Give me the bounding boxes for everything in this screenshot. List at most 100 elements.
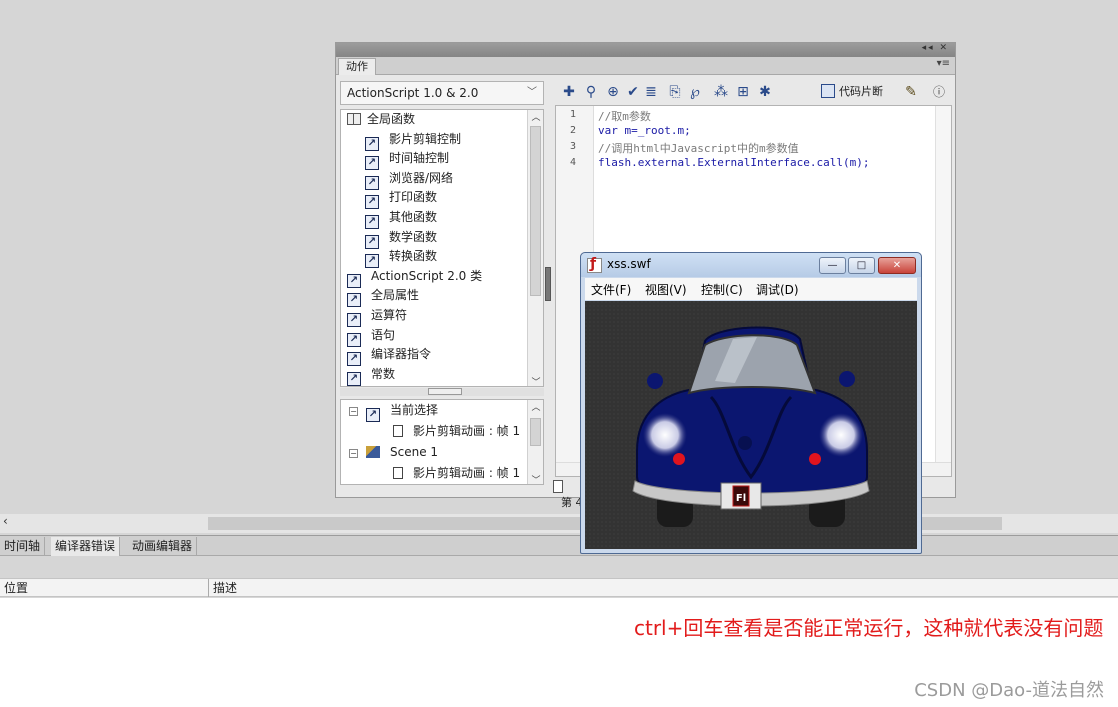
line-number: 4 [570, 157, 577, 168]
chevron-down-icon[interactable]: ﹀ [527, 82, 537, 104]
menu-debug[interactable]: 调试(D) [756, 281, 799, 298]
menu-view[interactable]: 视图(V) [645, 281, 687, 298]
version-select-value: ActionScript 1.0 & 2.0 [347, 86, 479, 100]
mirror-right [839, 371, 855, 387]
collapse-icon[interactable]: − [349, 449, 358, 458]
tab-motion-editor[interactable]: 动画编辑器 [128, 537, 198, 556]
collapse-icon[interactable]: ⁂ [712, 83, 730, 101]
flash-player-icon [587, 256, 602, 273]
close-button[interactable]: ✕ [878, 257, 916, 274]
hood-emblem [738, 436, 752, 450]
tree-item[interactable]: ↗ 影片剪辑控制 [341, 130, 543, 151]
annotation-text: ctrl+回车查看是否能正常运行，这种就代表没有问题 [634, 616, 1104, 640]
panel-menu-icon[interactable]: ▾≡ [937, 58, 950, 69]
scroll-down-icon[interactable]: ﹀ [528, 473, 543, 484]
actionscript-version-select[interactable]: ActionScript 1.0 & 2.0 ﹀ [340, 81, 544, 105]
errors-column-header: 位置 描述 [0, 578, 1118, 597]
mirror-left [647, 373, 663, 389]
swf-stage[interactable]: Fl [585, 301, 917, 549]
scroll-thumb[interactable] [530, 418, 541, 446]
expand-all-icon[interactable]: ✱ [756, 83, 774, 101]
tree-item[interactable]: ↗ 运算符 [341, 306, 543, 327]
stage-hscrollbar[interactable]: ‹ [0, 514, 1118, 533]
code-snippets-icon [821, 84, 835, 98]
tree-item[interactable]: ↗ 浏览器/网络 [341, 169, 543, 190]
tree-item[interactable]: ↗ 语句 [341, 326, 543, 347]
navigator-item-frame[interactable]: 影片剪辑动画 : 帧 1 [341, 463, 543, 484]
panel-collapse-controls[interactable]: ◂◂ ✕ [922, 43, 949, 53]
frame-icon [393, 425, 403, 437]
tab-compiler-errors[interactable]: 编译器错误 [51, 537, 121, 556]
code-hint-icon[interactable]: ⎘ [666, 83, 684, 101]
navigator-item-frame[interactable]: 影片剪辑动画 : 帧 1 [341, 421, 543, 442]
find-icon[interactable]: ⚲ [582, 83, 600, 101]
actions-toolbox: ActionScript 1.0 & 2.0 ﹀ 全局函数 ↗ 影片剪辑控制 ↗ 时… [340, 81, 544, 490]
panel-title-bar[interactable]: ◂◂ ✕ [336, 43, 955, 57]
auto-format-icon[interactable]: ≣ [642, 83, 660, 101]
swf-title-bar[interactable]: xss.swf — □ ✕ [581, 253, 921, 277]
actions-toolbar: ✚ ⚲ ⊕ ✔ ≣ ⎘ ℘ ⁂ ⊞ ✱ 代码片断 ✎ ⓘ [556, 81, 952, 105]
tree-item[interactable]: ↗ 转换函数 [341, 247, 543, 269]
help-icon[interactable]: ⓘ [930, 83, 948, 101]
debug-options-icon[interactable]: ℘ [686, 83, 704, 101]
tree-item[interactable]: ↗ 打印函数 [341, 188, 543, 210]
book-icon [347, 113, 361, 125]
check-syntax-icon[interactable]: ✔ [624, 83, 642, 101]
toolbox-splitter[interactable] [340, 388, 544, 396]
code-line[interactable]: //调用html中Javascript中的m参数值 [598, 140, 799, 156]
line-number: 2 [570, 125, 577, 136]
action-arrow-icon: ↗ [366, 408, 380, 422]
plate-text: Fl [736, 493, 746, 504]
tree-item[interactable]: ↗ 时间轴控制 [341, 149, 543, 171]
panel-divider-handle[interactable] [545, 267, 551, 301]
minimize-button[interactable]: — [819, 257, 846, 274]
tree-item[interactable]: ↗ 数学函数 [341, 228, 543, 249]
scroll-thumb[interactable] [530, 126, 541, 296]
splitter-grip[interactable] [428, 388, 462, 395]
collapse-selection-icon[interactable]: ⊞ [734, 83, 752, 101]
headlight-right [819, 413, 863, 457]
tree-item[interactable]: ↗ 全局属性 [341, 286, 543, 308]
navigator-scrollbar[interactable]: ︿ ﹀ [527, 400, 543, 484]
menu-control[interactable]: 控制(C) [701, 281, 743, 298]
code-snippets-button[interactable]: 代码片断 [821, 83, 883, 101]
actions-tree-scrollbar[interactable]: ︿ ﹀ [527, 110, 543, 386]
code-line[interactable]: var m=_root.m; [598, 124, 691, 137]
column-location[interactable]: 位置 [4, 579, 28, 597]
tree-item[interactable]: ↗ 编译器指令 [341, 345, 543, 367]
tree-item[interactable]: ↗ 其他函数 [341, 208, 543, 229]
tab-timeline[interactable]: 时间轴 [0, 537, 46, 556]
target-icon[interactable]: ⊕ [604, 83, 622, 101]
scroll-left-icon[interactable]: ‹ [3, 514, 8, 528]
tree-item[interactable]: ↗ 常数 [341, 365, 543, 386]
navigator-item-current-selection[interactable]: − ↗ 当前选择 [341, 400, 543, 422]
magic-wand-icon[interactable]: ✎ [902, 83, 920, 101]
scroll-up-icon[interactable]: ︿ [528, 110, 543, 123]
swf-menu-bar: 文件(F) 视图(V) 控制(C) 调试(D) [585, 278, 917, 300]
line-number: 1 [570, 109, 577, 120]
code-line[interactable]: flash.external.ExternalInterface.call(m)… [598, 156, 870, 169]
line-number: 3 [570, 141, 577, 152]
collapse-icon[interactable]: − [349, 407, 358, 416]
add-statement-icon[interactable]: ✚ [560, 83, 578, 101]
menu-file[interactable]: 文件(F) [591, 281, 631, 298]
pin-script-icon[interactable] [553, 480, 563, 493]
car-illustration: Fl [585, 301, 917, 549]
editor-scrollbar[interactable] [935, 106, 951, 476]
turn-light-left [673, 453, 685, 465]
swf-player-window[interactable]: xss.swf — □ ✕ 文件(F) 视图(V) 控制(C) 调试(D) [580, 252, 922, 554]
script-navigator: − ↗ 当前选择 影片剪辑动画 : 帧 1 − Scene 1 影片剪辑动画 : 帧 … [340, 399, 544, 485]
scroll-up-icon[interactable]: ︿ [528, 400, 543, 413]
panel-tab-row: 动作 ▾≡ [336, 57, 955, 75]
tree-item[interactable]: ↗ ActionScript 2.0 类 [341, 267, 543, 288]
actions-tree: 全局函数 ↗ 影片剪辑控制 ↗ 时间轴控制 ↗ 浏览器/网络 ↗ 打印函数 ↗ 其他函数 … [340, 109, 544, 387]
navigator-item-scene[interactable]: − Scene 1 [341, 442, 543, 463]
column-description[interactable]: 描述 [208, 579, 237, 597]
tab-actions[interactable]: 动作 [338, 58, 376, 75]
frame-icon [393, 467, 403, 479]
maximize-button[interactable]: □ [848, 257, 875, 274]
code-line[interactable]: //取m参数 [598, 108, 651, 124]
turn-light-right [809, 453, 821, 465]
scroll-down-icon[interactable]: ﹀ [528, 375, 543, 386]
tree-item-global-functions[interactable]: 全局函数 [341, 110, 543, 130]
